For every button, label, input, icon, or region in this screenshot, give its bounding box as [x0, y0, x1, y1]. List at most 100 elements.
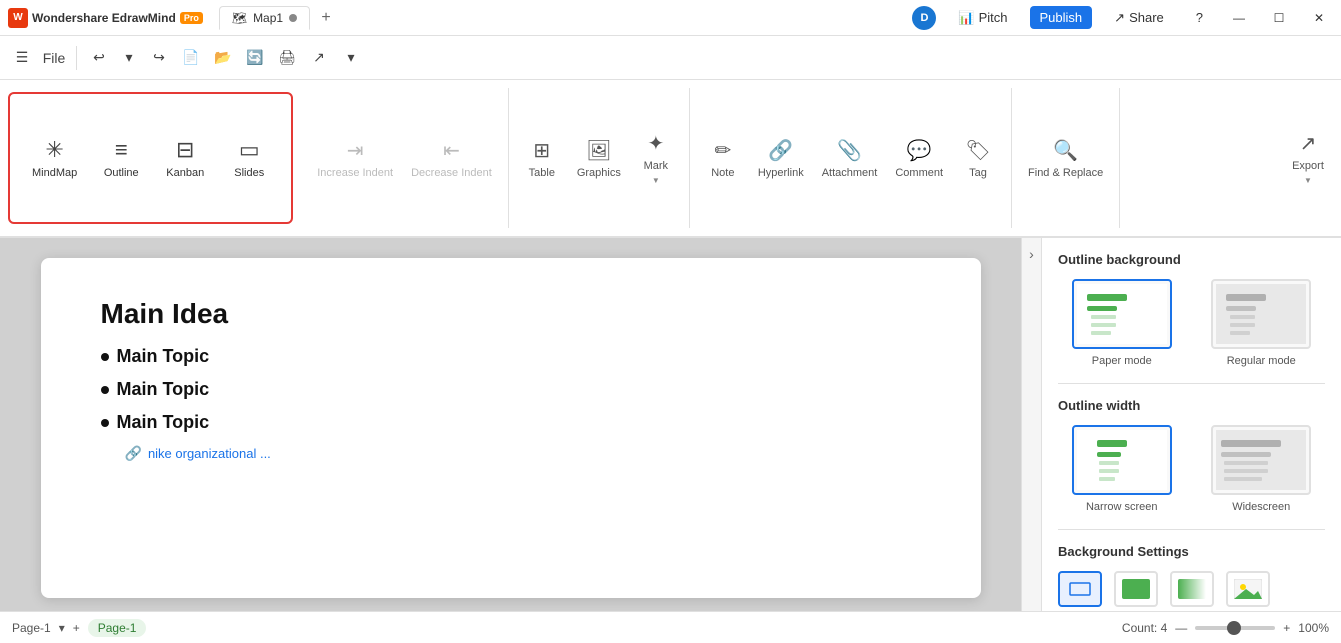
- tab-bar: 🗺 Map1 +: [219, 6, 338, 30]
- kanban-mode[interactable]: ⊟ Kanban: [155, 131, 215, 185]
- help-button[interactable]: ?: [1186, 6, 1213, 29]
- attachment-button[interactable]: 📎 Attachment: [814, 132, 886, 185]
- tag-label: Tag: [969, 167, 987, 179]
- export-arrow: ▼: [1304, 176, 1312, 185]
- annotation-section: ✏ Note 🔗 Hyperlink 📎 Attachment 💬 Commen…: [690, 88, 1012, 228]
- pitch-button[interactable]: 📊 Pitch: [948, 6, 1017, 30]
- insert-section: ⊞ Table 🖼 Graphics ✦ Mark ▼: [509, 88, 690, 228]
- regular-mode-option[interactable]: Regular mode: [1198, 279, 1326, 367]
- list-item: Main Topic: [101, 412, 921, 433]
- slides-mode[interactable]: ▭ Slides: [219, 131, 279, 185]
- zoom-plus[interactable]: +: [1283, 621, 1290, 635]
- export-toolbar-btn[interactable]: ↗: [305, 44, 333, 72]
- widescreen-option[interactable]: Widescreen: [1198, 425, 1326, 513]
- zoom-slider[interactable]: [1195, 626, 1275, 630]
- publish-button[interactable]: Publish: [1030, 6, 1093, 29]
- recover-button[interactable]: 🔄: [241, 44, 269, 72]
- indent-section: ⇥ Increase Indent ⇤ Decrease Indent: [301, 88, 509, 228]
- titlebar-actions: D 📊 Pitch Publish ↗ Share ? — ☐ ✕: [912, 4, 1333, 32]
- outline-width-title: Outline width: [1058, 398, 1325, 413]
- undo-dropdown[interactable]: ▾: [115, 44, 143, 72]
- note-icon: ✏: [714, 138, 731, 163]
- zoom-minus[interactable]: —: [1175, 621, 1187, 635]
- main-area: Main Idea Main Topic Main Topic Main Top…: [0, 238, 1341, 611]
- unsaved-dot: [289, 14, 297, 22]
- panel-toggle[interactable]: ›: [1021, 238, 1041, 611]
- narrow-screen-preview: [1072, 425, 1172, 495]
- tag-button[interactable]: 🏷 Tag: [953, 132, 1003, 185]
- link-item[interactable]: 🔗 nike organizational ...: [125, 445, 921, 462]
- hyperlink-button[interactable]: 🔗 Hyperlink: [750, 132, 812, 185]
- export-section: ↗ Export ▼: [1275, 88, 1341, 228]
- canvas-area[interactable]: Main Idea Main Topic Main Topic Main Top…: [0, 238, 1021, 611]
- graphics-icon: 🖼: [586, 138, 611, 163]
- bullet-3: [101, 419, 109, 427]
- open-button[interactable]: 📂: [209, 44, 237, 72]
- pitch-icon: 📊: [958, 10, 974, 26]
- menu-button[interactable]: ☰: [8, 44, 36, 72]
- maximize-button[interactable]: ☐: [1265, 4, 1293, 32]
- mark-button[interactable]: ✦ Mark ▼: [631, 125, 681, 191]
- new-button[interactable]: 📄: [177, 44, 205, 72]
- paper-mode-option[interactable]: Paper mode: [1058, 279, 1186, 367]
- table-button[interactable]: ⊞ Table: [517, 132, 567, 185]
- attachment-label: Attachment: [822, 167, 878, 179]
- page-label: Page-1: [12, 621, 51, 635]
- avatar[interactable]: D: [912, 6, 936, 30]
- outline-background-title: Outline background: [1058, 252, 1325, 267]
- decrease-indent-button[interactable]: ⇤ Decrease Indent: [403, 132, 500, 185]
- list-item: Main Topic: [101, 346, 921, 367]
- outline-mode[interactable]: ≡ Outline: [91, 131, 151, 185]
- file-label[interactable]: File: [40, 44, 68, 72]
- map-tab[interactable]: 🗺 Map1: [219, 6, 310, 30]
- regular-mode-preview: [1211, 279, 1311, 349]
- find-replace-icon: 🔍: [1053, 138, 1078, 163]
- document-canvas: Main Idea Main Topic Main Topic Main Top…: [41, 258, 981, 598]
- mindmap-label: MindMap: [32, 167, 77, 179]
- outline-label: Outline: [104, 167, 139, 179]
- export-button[interactable]: ↗ Export ▼: [1283, 125, 1333, 191]
- paper-mode-label: Paper mode: [1092, 355, 1152, 367]
- statusbar-right: Count: 4 — + 100%: [1122, 621, 1329, 635]
- comment-button[interactable]: 💬 Comment: [887, 132, 951, 185]
- table-icon: ⊞: [533, 138, 550, 163]
- bg-options: None Solid: [1058, 571, 1325, 611]
- narrow-screen-option[interactable]: Narrow screen: [1058, 425, 1186, 513]
- bg-solid-option[interactable]: Solid: [1114, 571, 1158, 611]
- mark-arrow: ▼: [652, 176, 660, 185]
- find-replace-button[interactable]: 🔍 Find & Replace: [1020, 132, 1111, 185]
- redo-button[interactable]: ↪: [145, 44, 173, 72]
- page-dropdown[interactable]: ▾: [59, 621, 65, 635]
- more-btn[interactable]: ▾: [337, 44, 365, 72]
- attachment-icon: 📎: [837, 138, 862, 163]
- background-options-grid: Paper mode Regular mode: [1058, 279, 1325, 367]
- add-tab-button[interactable]: +: [314, 6, 338, 30]
- share-button[interactable]: ↗ Share: [1104, 6, 1174, 30]
- close-button[interactable]: ✕: [1305, 4, 1333, 32]
- bg-gradient-box: [1170, 571, 1214, 607]
- outline-icon: ≡: [115, 137, 128, 163]
- hyperlink-icon: 🔗: [768, 138, 793, 163]
- bg-none-option[interactable]: None: [1058, 571, 1102, 611]
- increase-indent-button[interactable]: ⇥ Increase Indent: [309, 132, 401, 185]
- add-page-button[interactable]: +: [73, 621, 80, 635]
- pro-badge: Pro: [180, 12, 203, 24]
- paper-mode-preview: [1072, 279, 1172, 349]
- page-tab[interactable]: Page-1: [88, 619, 147, 637]
- list-item: Main Topic: [101, 379, 921, 400]
- regular-mode-label: Regular mode: [1227, 355, 1296, 367]
- count-label: Count: 4: [1122, 621, 1167, 635]
- table-label: Table: [529, 167, 555, 179]
- bg-gradient-option[interactable]: Gradient: [1170, 571, 1214, 611]
- zoom-value: 100%: [1298, 621, 1329, 635]
- slides-label: Slides: [234, 167, 264, 179]
- graphics-button[interactable]: 🖼 Graphics: [569, 132, 629, 185]
- note-button[interactable]: ✏ Note: [698, 132, 748, 185]
- print-button[interactable]: 🖨: [273, 44, 301, 72]
- comment-label: Comment: [895, 167, 943, 179]
- undo-button[interactable]: ↩: [85, 44, 113, 72]
- minimize-button[interactable]: —: [1225, 4, 1253, 32]
- increase-indent-icon: ⇥: [347, 138, 364, 163]
- mindmap-mode[interactable]: ✳ MindMap: [22, 131, 87, 185]
- bg-picture-option[interactable]: Picture: [1226, 571, 1270, 611]
